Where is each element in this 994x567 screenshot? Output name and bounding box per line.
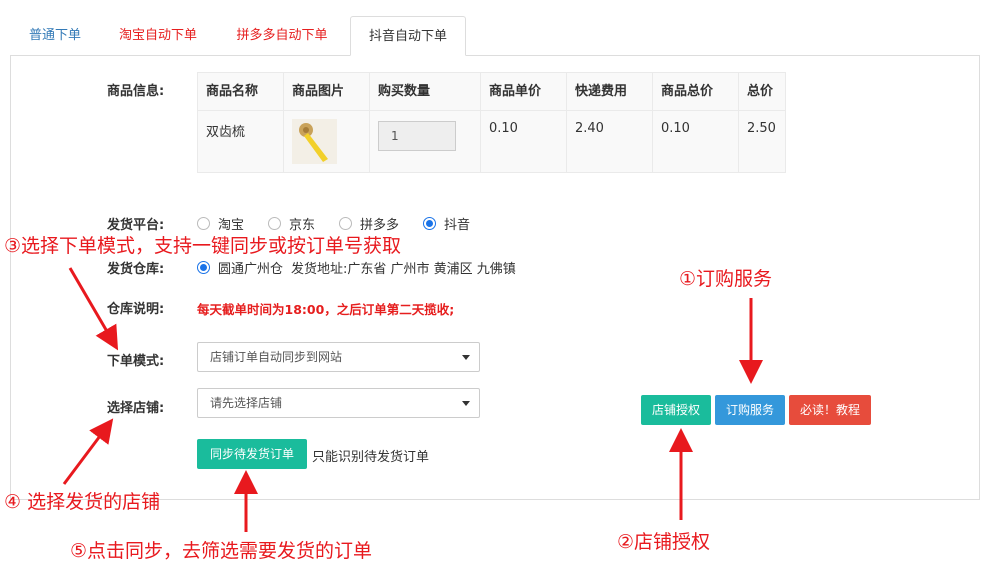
warehouse-note-label: 仓库说明:: [107, 302, 165, 317]
platform-option-taobao[interactable]: 淘宝: [197, 214, 244, 233]
order-mode-label: 下单模式:: [107, 354, 165, 369]
platform-option-douyin[interactable]: 抖音: [423, 214, 470, 233]
cell-unit-price: 0.10: [480, 110, 567, 173]
header-product-name: 商品名称: [197, 72, 284, 111]
table-header-row: 商品名称 商品图片 购买数量 商品单价 快递费用 商品总价 总价: [197, 72, 786, 111]
product-table: 商品名称 商品图片 购买数量 商品单价 快递费用 商品总价 总价 双齿梳 0.1…: [197, 72, 786, 173]
sync-hint: 只能识别待发货订单: [312, 450, 430, 465]
table-row: 双齿梳 0.10 2.40 0.10 2.50: [197, 110, 786, 173]
cell-subtotal: 0.10: [652, 110, 739, 173]
annotation-order-mode: ③选择下单模式，支持一键同步或按订单号获取: [4, 235, 402, 257]
order-mode-select[interactable]: 店铺订单自动同步到网站: [197, 342, 480, 372]
platform-option-pinduoduo[interactable]: 拼多多: [339, 214, 399, 233]
shop-label: 选择店铺:: [107, 401, 165, 416]
annotation-select-shop: ④ 选择发货的店铺: [4, 491, 161, 513]
header-unit-price: 商品单价: [480, 72, 567, 111]
platform-radio-group: 淘宝 京东 拼多多 抖音: [197, 214, 494, 233]
cell-quantity: [369, 110, 481, 173]
radio-icon[interactable]: [268, 217, 282, 230]
warehouse-radio-group: 圆通广州仓 发货地址:广东省 广州市 黄浦区 九佛镇: [197, 258, 516, 277]
platform-option-label: 拼多多: [360, 218, 400, 233]
header-quantity: 购买数量: [369, 72, 481, 111]
annotation-click-sync: ⑤点击同步，去筛选需要发货的订单: [70, 540, 373, 562]
tab-douyin-auto-order[interactable]: 抖音自动下单: [350, 16, 466, 56]
radio-selected-icon[interactable]: [197, 261, 210, 274]
radio-selected-icon[interactable]: [423, 217, 437, 230]
shop-auth-button[interactable]: 店铺授权: [641, 395, 711, 425]
order-mode-value: 店铺订单自动同步到网站: [210, 350, 343, 364]
platform-option-label: 京东: [289, 218, 316, 233]
header-product-image: 商品图片: [283, 72, 370, 111]
sync-pending-orders-button[interactable]: 同步待发货订单: [197, 439, 307, 469]
cell-product-name: 双齿梳: [197, 110, 284, 173]
warehouse-note-text: 每天截单时间为18:00，之后订单第二天揽收;: [197, 302, 455, 317]
tab-normal-order[interactable]: 普通下单: [12, 16, 98, 56]
shop-select[interactable]: 请先选择店铺: [197, 388, 480, 418]
platform-option-label: 抖音: [444, 218, 471, 233]
radio-icon[interactable]: [197, 217, 210, 230]
comb-image: [292, 119, 337, 164]
tutorial-button[interactable]: 必读！教程: [789, 395, 871, 425]
shop-placeholder: 请先选择店铺: [210, 396, 283, 410]
header-subtotal: 商品总价: [652, 72, 739, 111]
platform-label: 发货平台:: [107, 218, 165, 233]
caret-down-icon: [462, 401, 470, 406]
cell-total: 2.50: [738, 110, 786, 173]
tab-bar: 普通下单 淘宝自动下单 拼多多自动下单 抖音自动下单: [0, 0, 994, 56]
tab-pinduoduo-auto-order[interactable]: 拼多多自动下单: [220, 16, 344, 56]
platform-option-jd[interactable]: 京东: [268, 214, 315, 233]
header-shipping: 快递费用: [566, 72, 653, 111]
product-info-label: 商品信息:: [107, 84, 165, 99]
warehouse-label: 发货仓库:: [107, 262, 165, 277]
warehouse-option: 圆通广州仓: [218, 262, 284, 277]
annotation-subscribe: ①订购服务: [679, 268, 773, 290]
annotation-shop-auth: ②店铺授权: [617, 531, 711, 553]
platform-option-label: 淘宝: [218, 218, 245, 233]
caret-down-icon: [462, 355, 470, 360]
radio-icon[interactable]: [339, 217, 353, 230]
cell-shipping: 2.40: [566, 110, 653, 173]
subscribe-service-button[interactable]: 订购服务: [715, 395, 785, 425]
warehouse-address: 发货地址:广东省 广州市 黄浦区 九佛镇: [291, 262, 516, 277]
header-total: 总价: [738, 72, 786, 111]
quantity-input[interactable]: [378, 121, 456, 151]
tab-taobao-auto-order[interactable]: 淘宝自动下单: [104, 16, 212, 56]
cell-product-image: [283, 110, 370, 173]
